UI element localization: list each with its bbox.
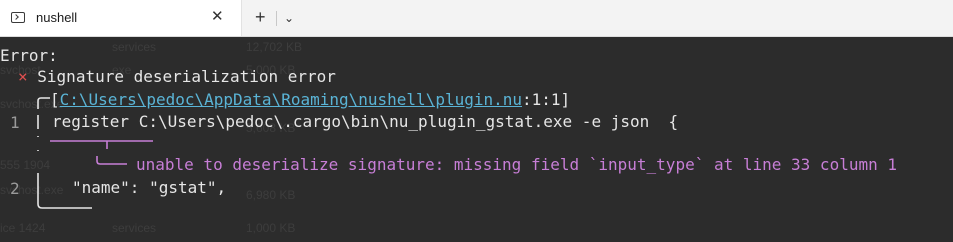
tab-title: nushell (36, 10, 78, 25)
annotation-pointer (96, 156, 127, 165)
tab-nushell[interactable]: nushell ✕ (0, 0, 242, 36)
terminal-output[interactable]: services 12,702 KB svchost exe 5,000 KB svcho… (0, 37, 953, 242)
frame-bottom-corner (37, 173, 92, 209)
diagnostic-frame (37, 97, 153, 209)
tab-separator (276, 11, 277, 26)
title-bar: nushell ✕ + ⌄ (0, 0, 953, 37)
new-tab-button[interactable]: + (255, 7, 266, 27)
frame-top-corner (37, 97, 50, 109)
close-tab-icon[interactable]: ✕ (211, 8, 224, 26)
tab-menu-chevron-down-icon[interactable]: ⌄ (284, 9, 294, 27)
terminal-icon (11, 12, 25, 23)
